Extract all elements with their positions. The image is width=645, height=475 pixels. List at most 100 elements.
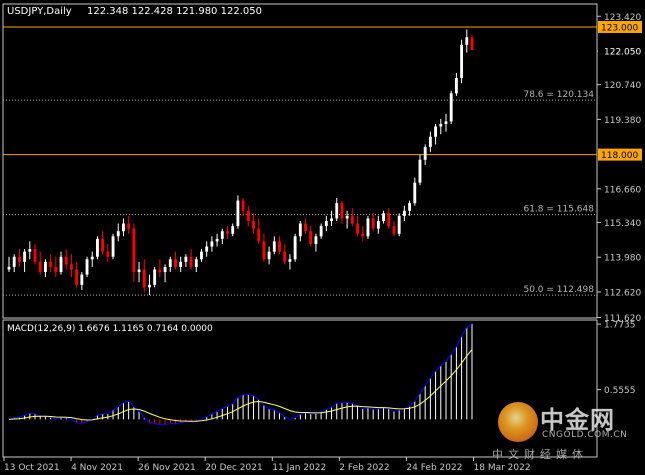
candle-bull: [314, 236, 318, 244]
time-tick-label: 13 Oct 2021: [4, 463, 60, 473]
candle-bear: [241, 200, 245, 211]
time-axis: 13 Oct 2021 4 Nov 2021 26 Nov 2021 20 Dec 2…: [3, 457, 531, 473]
candle-bear: [142, 269, 146, 288]
candle-bear: [252, 220, 255, 229]
candle-bull: [376, 220, 380, 229]
price-tick-label: 112.620: [604, 288, 641, 298]
time-tick-label: 26 Nov 2021: [138, 463, 196, 473]
candle-bull: [423, 146, 427, 160]
candle-bull: [148, 284, 151, 288]
candle-bull: [330, 218, 333, 221]
candle-bull: [85, 259, 89, 275]
fib-level-label: 50.0 = 112.498: [523, 285, 594, 295]
time-tick-label: 18 Mar 2022: [474, 463, 531, 473]
candle-bull: [335, 203, 339, 219]
candle-bear: [356, 223, 359, 234]
candle-bull: [408, 203, 412, 211]
candle-bear: [350, 215, 354, 224]
candle-bull: [179, 261, 183, 267]
candle-bull: [205, 246, 209, 252]
candle-bull: [449, 93, 453, 122]
candle-bull: [434, 126, 438, 137]
macd-tick-label: 0.5555: [604, 386, 636, 396]
candle-bull: [231, 226, 235, 234]
candle-bull: [137, 269, 141, 273]
candle-bear: [387, 213, 391, 227]
macd-main-line: [8, 323, 473, 426]
time-tick-label: 11 Jan 2022: [272, 463, 326, 473]
candle-bull: [200, 251, 203, 260]
watermark-subtitle: 中文财经媒体: [492, 448, 588, 461]
price-axis: 123.420 122.050 120.740 119.380 116.660 115.3…: [597, 13, 642, 396]
macd-indicator: [8, 323, 473, 426]
price-tick-label: 115.340: [604, 219, 641, 229]
candle-bull: [168, 259, 172, 267]
candle-bear: [361, 233, 365, 237]
time-tick-label: 20 Dec 2021: [205, 463, 263, 473]
price-tick-label: 113.980: [604, 254, 641, 264]
time-tick-label: 2 Feb 2022: [339, 463, 389, 473]
candle-bear: [189, 256, 193, 267]
candle-bull: [96, 238, 99, 257]
candle-bull: [345, 215, 349, 219]
candle-bull: [163, 266, 167, 273]
price-tick-label: 116.660: [604, 185, 641, 195]
candle-bear: [106, 251, 110, 257]
candle-bull: [454, 78, 458, 94]
current-price-label: 122.050: [604, 48, 641, 58]
candle-bear: [49, 261, 53, 267]
macd-signal-line: [8, 349, 473, 422]
candle-bull: [59, 256, 63, 273]
watermark-url: CNGOLD.COM.CN: [542, 430, 628, 440]
candle-bear: [69, 264, 73, 270]
horizontal-line-label: 118.000: [601, 151, 638, 161]
candle-bull: [366, 218, 370, 237]
candle-bull: [298, 223, 302, 237]
candle-bull: [439, 123, 443, 127]
candle-bull: [460, 44, 464, 79]
candle-bull: [28, 249, 32, 252]
candle-bull: [90, 256, 94, 260]
ohlc-values: 122.348 122.428 121.980 122.050: [87, 6, 262, 17]
candle-bull: [236, 200, 240, 227]
candle-bull: [397, 215, 401, 234]
chart-labels: USDJPY,Daily 122.348 122.428 121.980 122…: [7, 6, 262, 334]
price-pane-frame: [2, 3, 598, 319]
candle-bear: [174, 259, 177, 267]
candle-bull: [444, 121, 448, 124]
candle-bear: [17, 256, 21, 262]
candle-bull: [428, 136, 432, 147]
price-tick-label: 119.380: [604, 116, 641, 126]
macd-label: MACD(12,26,9) 1.6676 1.1165 0.7164 0.000…: [7, 324, 213, 334]
candle-bull: [293, 236, 297, 260]
candle-bull: [153, 269, 157, 285]
candle-bull: [402, 210, 406, 216]
candle-bull: [272, 241, 276, 252]
candle-bull: [382, 213, 385, 221]
candle-bear: [75, 269, 79, 285]
candle-bear: [101, 238, 105, 252]
macd-tick-label: 1.7735: [604, 321, 636, 331]
candle-bear: [132, 228, 136, 273]
candle-bull: [210, 241, 214, 247]
candle-bear: [470, 37, 474, 50]
candle-bear: [278, 241, 281, 252]
candle-bull: [418, 159, 422, 183]
candle-bull: [184, 256, 188, 262]
symbol-label: USDJPY,Daily: [7, 6, 72, 17]
candle-bull: [43, 261, 47, 273]
candle-bear: [304, 223, 307, 232]
candle-bear: [340, 203, 344, 219]
candle-bear: [392, 226, 396, 234]
candle-bear: [33, 249, 37, 262]
candle-bull: [194, 259, 198, 267]
candle-bear: [54, 266, 58, 273]
candle-bull: [319, 226, 323, 237]
horizontal-line-label: 123.000: [601, 23, 638, 33]
candle-bear: [226, 231, 229, 234]
candle-bear: [371, 218, 375, 229]
candle-bull: [413, 182, 417, 204]
time-tick-label: 4 Nov 2021: [71, 463, 123, 473]
candle-bull: [215, 238, 219, 242]
fib-level-label: 78.6 = 120.134: [523, 90, 594, 100]
